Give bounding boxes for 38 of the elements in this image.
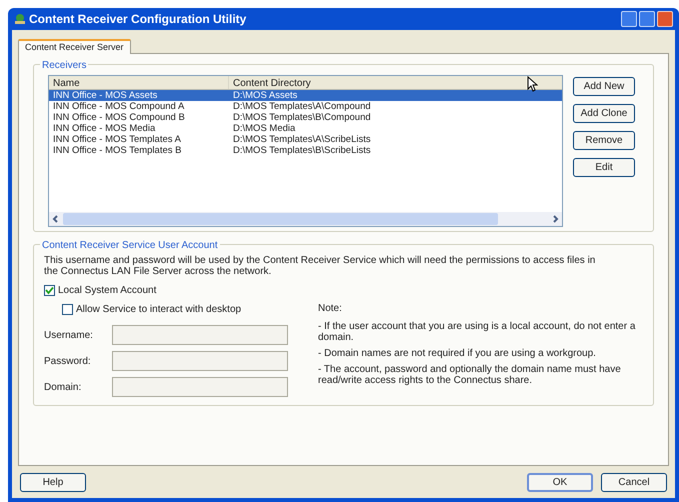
checkbox-label[interactable]: Allow Service to interact with desktop bbox=[76, 302, 242, 317]
ok-button[interactable]: OK bbox=[527, 473, 593, 492]
note-text: - Domain names are not required if you are using a workgroup. bbox=[318, 348, 597, 359]
column-header[interactable]: Content Directory bbox=[229, 76, 562, 89]
input-field[interactable] bbox=[112, 325, 288, 345]
field-label: Username: bbox=[44, 328, 94, 342]
input-field[interactable] bbox=[112, 351, 288, 371]
help-button[interactable]: Help bbox=[20, 473, 86, 492]
list-action-button[interactable]: Edit bbox=[573, 158, 635, 177]
cancel-button[interactable]: Cancel bbox=[601, 473, 667, 492]
note-title: Note: bbox=[318, 302, 343, 316]
note-text: - If the user account that you are using is a local account, do not enter a domain. bbox=[318, 321, 636, 343]
field-label: Domain: bbox=[44, 380, 82, 394]
column-header[interactable]: Name bbox=[49, 76, 229, 89]
app-icon bbox=[14, 13, 26, 25]
list-action-button[interactable]: Add New bbox=[573, 77, 635, 96]
list-row[interactable]: INN Office - MOS Templates A D:\MOS Templates\A\ScribeLists bbox=[49, 134, 562, 145]
input-field[interactable] bbox=[112, 377, 288, 397]
window-title: Content Receiver Configuration Utility bbox=[29, 11, 248, 28]
field-label: Password: bbox=[44, 354, 92, 368]
list-row[interactable]: INN Office - MOS Media D:\MOS Media bbox=[49, 123, 562, 134]
list-row[interactable]: INN Office - MOS Compound B D:\MOS Templates\B\Compound bbox=[49, 112, 562, 123]
checkbox[interactable] bbox=[62, 304, 73, 315]
description-text: This username and password will be used by the Content Receiver Service which will need the permissions to access files in the Connectus LAN File Server across the network. bbox=[44, 255, 596, 277]
horizontal-scrollbar[interactable] bbox=[49, 212, 562, 226]
maximize-button[interactable] bbox=[639, 11, 655, 27]
note-text: - The account, password and optionally the domain name must have read/write access rights to the Connectus share. bbox=[318, 364, 622, 386]
checkbox-label[interactable]: Local System Account bbox=[58, 283, 156, 298]
list-action-button[interactable]: Remove bbox=[573, 131, 635, 150]
close-button[interactable] bbox=[657, 11, 673, 27]
list-row[interactable]: INN Office - MOS Templates B D:\MOS Templates\B\ScribeLists bbox=[49, 145, 562, 156]
scrollbar-thumb[interactable] bbox=[63, 213, 498, 225]
list-row[interactable]: INN Office - MOS Assets D:\MOS Assets bbox=[49, 90, 562, 101]
minimize-button[interactable] bbox=[621, 11, 637, 27]
checkbox[interactable] bbox=[44, 285, 55, 296]
list-action-button[interactable]: Add Clone bbox=[573, 104, 635, 123]
list-row[interactable]: INN Office - MOS Compound A D:\MOS Templates\A\Compound bbox=[49, 101, 562, 112]
tab[interactable]: Content Receiver Server bbox=[18, 39, 131, 54]
